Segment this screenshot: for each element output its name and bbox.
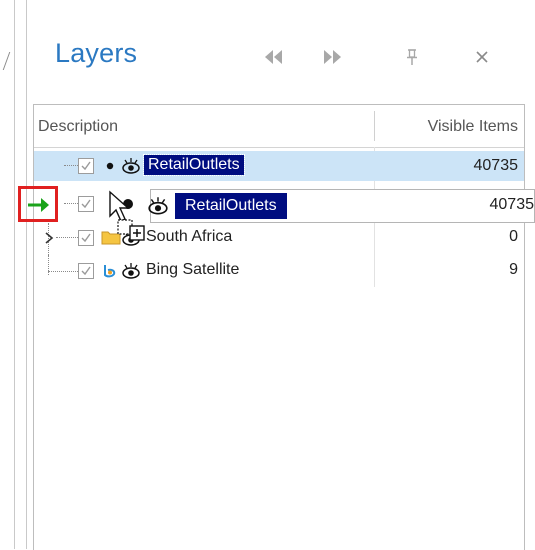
drag-preview-value: 40735 <box>489 196 535 213</box>
layer-name[interactable]: RetailOutlets <box>143 154 245 176</box>
double-left-arrow-icon <box>265 50 282 64</box>
next-button[interactable] <box>317 44 347 70</box>
layer-name[interactable]: South Africa <box>146 228 232 246</box>
close-button[interactable] <box>467 44 497 70</box>
table-row[interactable]: Bing Satellite 9 <box>34 255 524 285</box>
panel-header: Layers <box>27 0 535 100</box>
table-row[interactable]: RetailOutlets 40735 <box>34 151 524 181</box>
layers-panel: Layers Description Visible Items RetailO… <box>26 0 535 550</box>
eye-icon[interactable] <box>121 157 141 175</box>
double-right-arrow-icon <box>324 50 341 64</box>
visible-items-value: 9 <box>509 261 518 278</box>
visibility-checkbox[interactable] <box>78 196 94 212</box>
chevron-right-icon[interactable] <box>44 231 54 245</box>
drag-preview-name: RetailOutlets <box>175 193 287 219</box>
drag-preview: RetailOutlets 40735 <box>148 189 535 223</box>
eye-icon[interactable] <box>121 262 141 280</box>
pin-icon <box>407 49 417 65</box>
drop-indicator-box <box>18 186 58 222</box>
visibility-checkbox[interactable] <box>78 230 94 246</box>
visible-items-value: 0 <box>509 228 518 245</box>
pin-button[interactable] <box>397 44 427 70</box>
column-header-description[interactable]: Description <box>38 118 118 136</box>
bing-logo-icon <box>104 265 116 278</box>
drag-cursor-icon <box>109 190 145 241</box>
visible-items-value: 40735 <box>473 157 519 174</box>
visibility-checkbox[interactable] <box>78 263 94 279</box>
visibility-checkbox[interactable] <box>78 158 94 174</box>
column-header-visible-items[interactable]: Visible Items <box>428 118 518 136</box>
layers-grid[interactable]: Description Visible Items RetailOutlets … <box>33 104 525 550</box>
point-layer-icon <box>106 162 114 170</box>
grid-header: Description Visible Items <box>34 105 524 148</box>
previous-button[interactable] <box>259 44 289 70</box>
arrow-right-icon <box>28 198 49 212</box>
column-separator[interactable] <box>374 111 375 141</box>
panel-title: Layers <box>55 38 138 68</box>
close-icon <box>476 51 488 63</box>
layer-name[interactable]: Bing Satellite <box>146 261 239 279</box>
left-panel-edge <box>0 0 15 549</box>
